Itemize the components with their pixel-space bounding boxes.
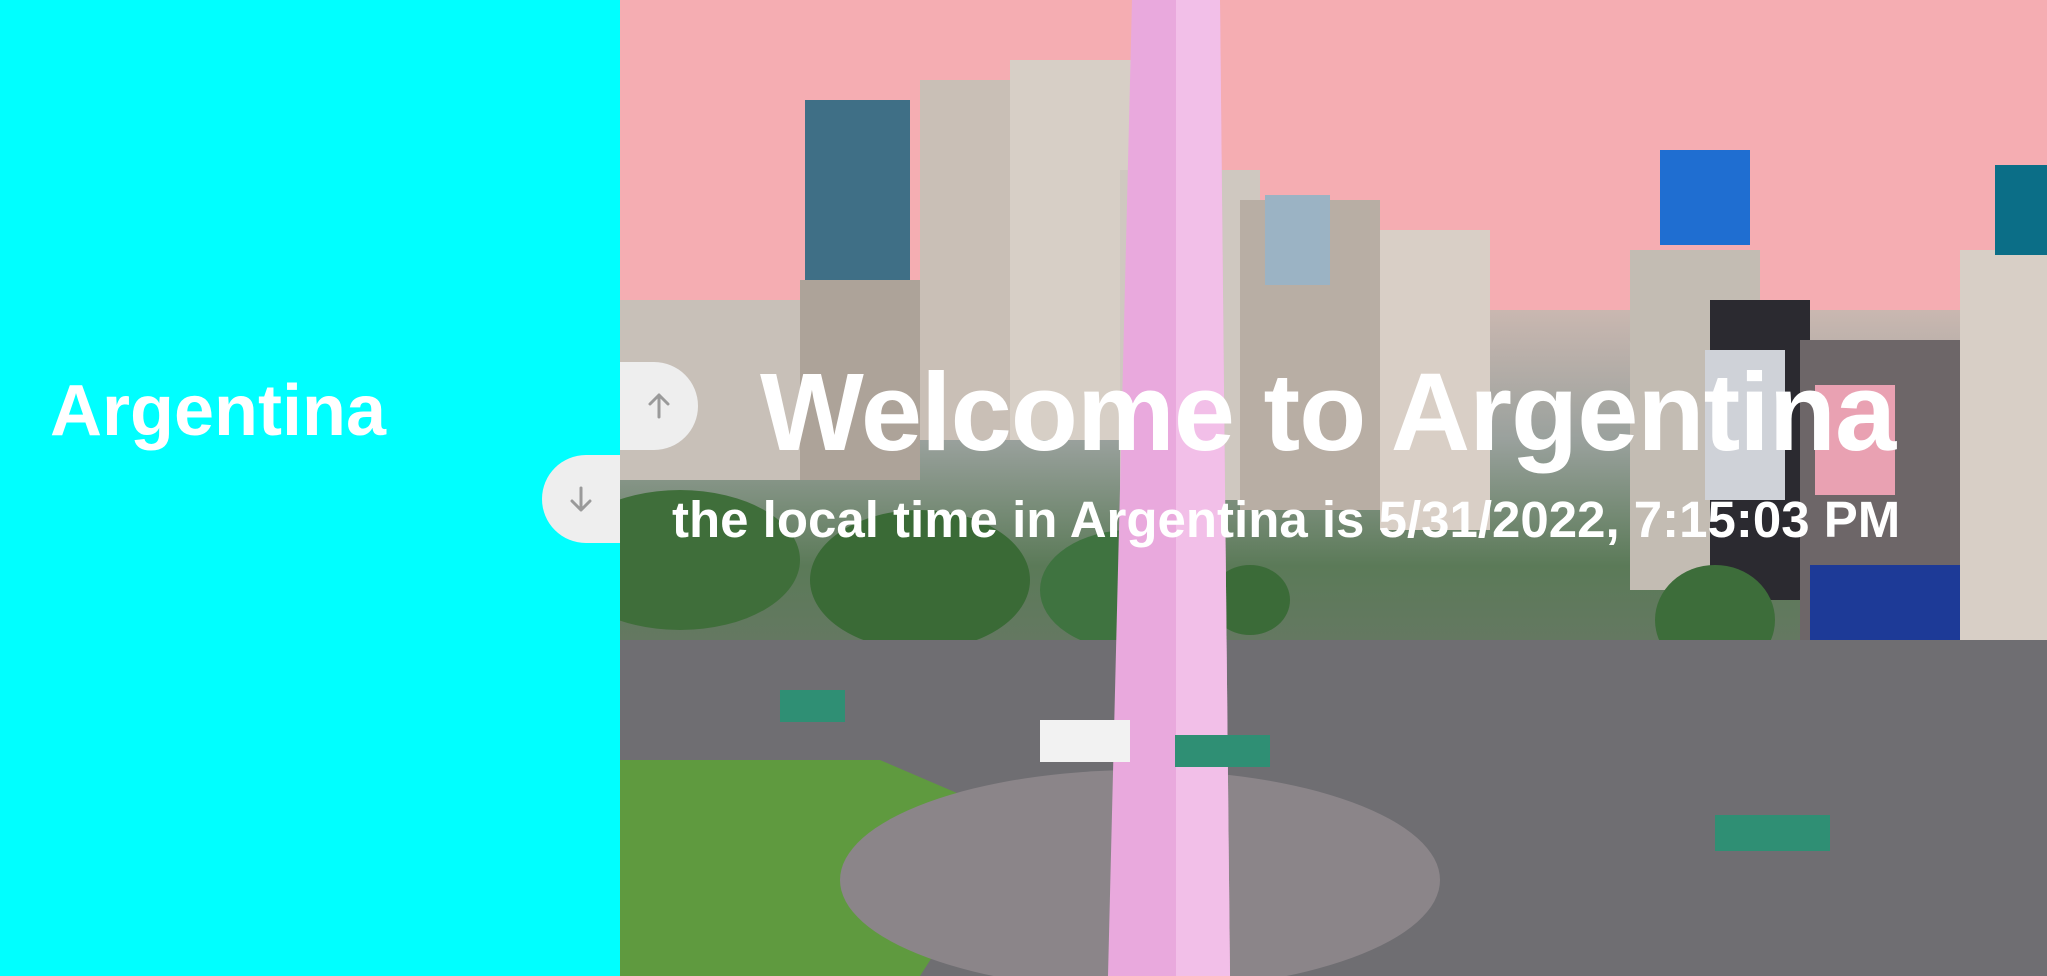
arrow-up-icon — [646, 392, 672, 420]
bus — [1040, 720, 1130, 762]
bus — [1175, 735, 1270, 767]
city-skyline-illustration — [620, 0, 2047, 976]
local-time-text: the local time in Argentina is 5/31/2022… — [672, 491, 1901, 548]
sidebar-title: Argentina — [50, 371, 387, 451]
hero-background-image — [620, 0, 2047, 976]
welcome-heading: Welcome to Argentina — [760, 351, 1896, 474]
sidebar: Argentina — [0, 0, 620, 976]
bus — [1715, 815, 1830, 851]
bus — [780, 690, 845, 722]
arrow-down-icon — [568, 485, 594, 513]
scroll-down-button[interactable] — [542, 455, 620, 543]
app-root: Argentina Welcome to Argentina the local… — [0, 0, 2047, 976]
